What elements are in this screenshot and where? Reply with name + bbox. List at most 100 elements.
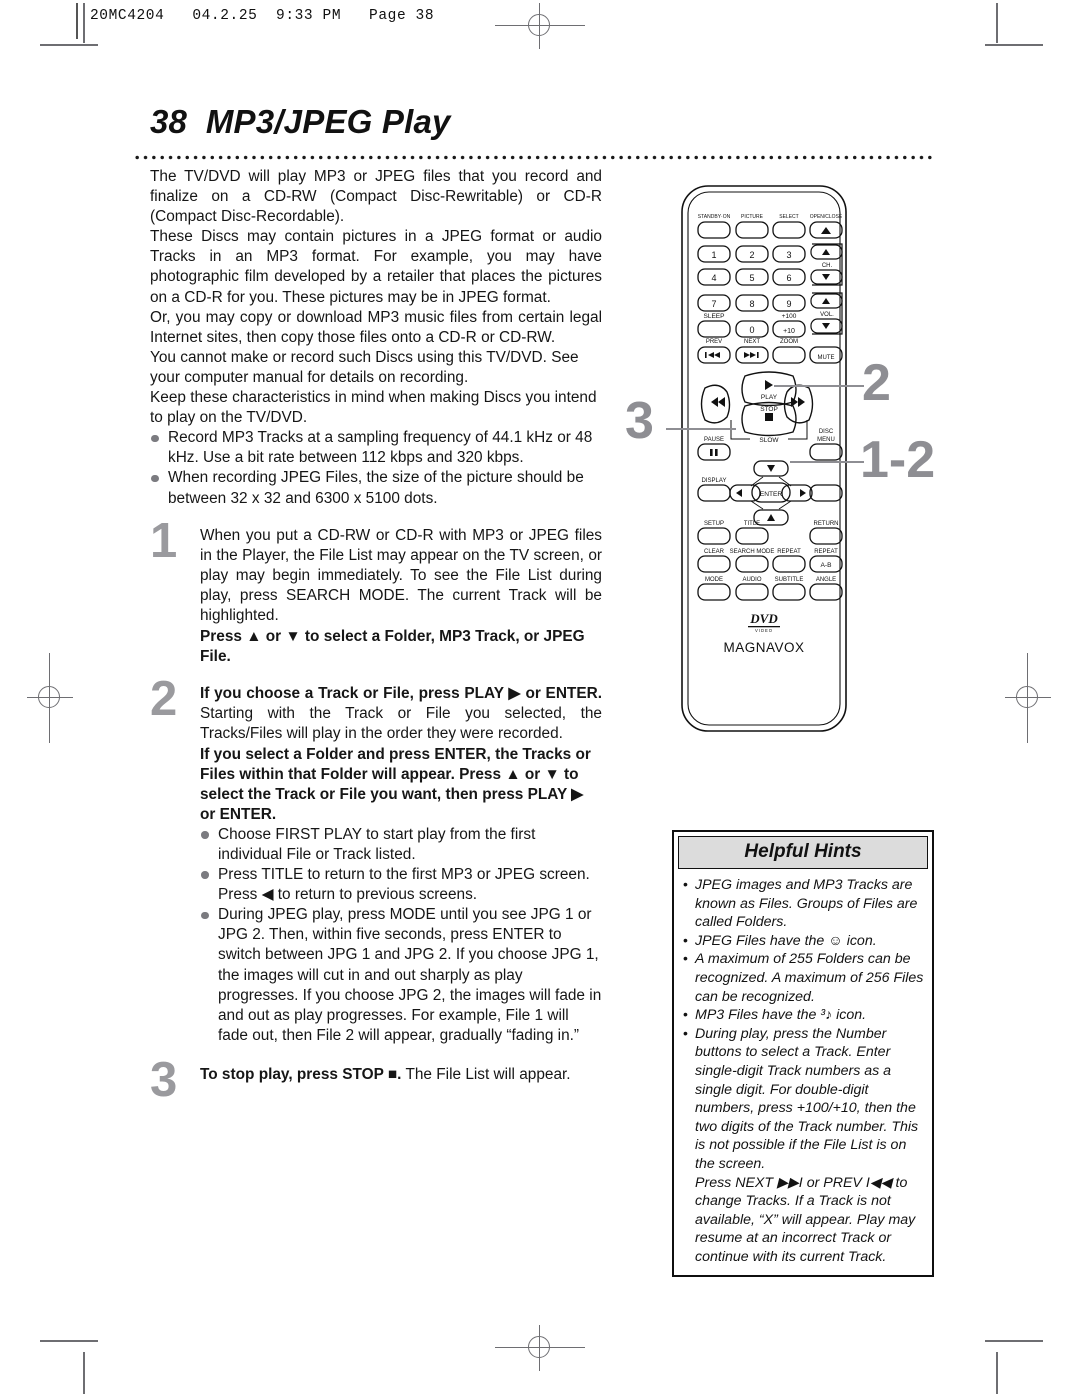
- remote-label-mute: MUTE: [818, 355, 835, 361]
- remote-label-stop: STOP: [760, 406, 778, 413]
- remote-label-prev: PREV: [706, 339, 722, 345]
- hint-bullet-icon: •: [683, 1006, 688, 1023]
- hint-bullet-icon: •: [683, 950, 688, 967]
- step-2-paragraph: If you choose a Track or File, press PLA…: [200, 684, 602, 744]
- intro-paragraph: Keep these characteristics in mind when …: [150, 389, 597, 427]
- remote-label-title: TITLE: [744, 521, 760, 527]
- remote-label-search-mode: SEARCH MODE: [730, 549, 775, 555]
- crop-mark-top-left-v: [83, 3, 85, 43]
- remote-label-subtitle: SUBTITLE: [775, 577, 804, 583]
- svg-text:0: 0: [749, 325, 754, 335]
- step-3-bold-lead: To stop play, press STOP ■.: [200, 1065, 402, 1083]
- bullet-dot-icon: [201, 911, 209, 920]
- hint-text: JPEG Files have the ☺ icon.: [695, 932, 877, 949]
- svg-text:9: 9: [786, 299, 791, 309]
- bullet-dot-icon: [151, 474, 159, 483]
- step-1-bold: Press ▲ or ▼ to select a Folder, MP3 Tra…: [200, 628, 585, 666]
- remote-label-clear: CLEAR: [704, 549, 725, 555]
- remote-label-disc: DISC: [819, 429, 834, 435]
- bullet-dot-icon: [201, 831, 209, 839]
- svg-text:1: 1: [711, 250, 716, 260]
- remote-label-enter: ENTER: [760, 491, 783, 498]
- remote-label-standby: STANDBY·ON: [698, 214, 731, 220]
- page-title-text: MP3/JPEG Play: [205, 103, 451, 140]
- print-slug: 20MC4204 04.2.25 9:33 PM Page 38: [90, 8, 435, 24]
- remote-label-next: NEXT: [744, 339, 760, 345]
- remote-label-vol: VOL.: [820, 312, 834, 318]
- registration-mark-top: [495, 3, 585, 49]
- remote-label-sleep: SLEEP: [704, 313, 725, 320]
- svg-text:VIDEO: VIDEO: [755, 628, 773, 633]
- step-2-bullet: During JPEG play, press MODE until you s…: [200, 905, 602, 1046]
- step-2-bullet-text: Choose FIRST PLAY to start play from the…: [218, 825, 536, 863]
- callout-leader-3: [666, 428, 736, 431]
- intro-paragraph: The TV/DVD will play MP3 or JPEG files t…: [150, 168, 602, 226]
- remote-label-slow: SLOW: [759, 437, 779, 444]
- step-2-bullet-text: Press TITLE to return to the first MP3 o…: [218, 866, 590, 904]
- step-2: 2 If you choose a Track or File, press P…: [150, 675, 602, 1046]
- step-number: 2: [150, 672, 178, 727]
- remote-label-plus10: +10: [783, 328, 795, 335]
- hint-bullet-icon: •: [683, 931, 688, 948]
- intro-bullet-text: Record MP3 Tracks at a sampling frequenc…: [168, 429, 593, 467]
- svg-text:4: 4: [711, 273, 716, 283]
- title-divider: [133, 155, 935, 160]
- page-title: 38 MP3/JPEG Play: [150, 103, 451, 141]
- crop-mark-top-right-v: [996, 3, 998, 43]
- hint-item: • JPEG Files have the ☺ icon.: [680, 932, 924, 951]
- callout-2: 2: [862, 354, 891, 412]
- step-2-bullet: Choose FIRST PLAY to start play from the…: [200, 825, 602, 865]
- remote-label-pause: PAUSE: [704, 437, 724, 443]
- crop-mark-top-right-h: [985, 44, 1043, 46]
- helpful-hints-heading: Helpful Hints: [678, 836, 928, 869]
- hint-text: A maximum of 255 Folders can be recogniz…: [695, 951, 924, 1005]
- step-2-bullet-text: During JPEG play, press MODE until you s…: [218, 906, 602, 1044]
- crop-mark-bottom-left-h: [40, 1340, 98, 1342]
- remote-label-menu: MENU: [817, 437, 835, 443]
- step-3: 3 To stop play, press STOP ■. The File L…: [150, 1055, 602, 1104]
- step-2-bold-tail: If you select a Folder and press ENTER, …: [200, 745, 591, 823]
- step-2-plain: Starting with the Track or File you sele…: [200, 705, 602, 743]
- crop-mark-bottom-right-h: [985, 1340, 1043, 1342]
- intro-bullet-text: When recording JPEG Files, the size of t…: [168, 469, 584, 507]
- crop-mark-bottom-right-v: [996, 1352, 998, 1394]
- remote-label-repeat-ab: A-B: [821, 562, 833, 569]
- hint-item: • MP3 Files have the ³♪ icon.: [680, 1006, 924, 1025]
- hint-item: • JPEG images and MP3 Tracks are known a…: [680, 876, 924, 932]
- svg-text:2: 2: [749, 250, 754, 260]
- hint-text: MP3 Files have the ³♪ icon.: [695, 1007, 867, 1024]
- intro-paragraph: Or, you may copy or download MP3 music f…: [150, 308, 602, 346]
- remote-label-setup: SETUP: [704, 521, 724, 527]
- step-number: 3: [150, 1052, 178, 1107]
- main-content-column: The TV/DVD will play MP3 or JPEG files t…: [150, 167, 602, 1104]
- hint-text: JPEG images and MP3 Tracks are known as …: [695, 877, 918, 931]
- intro-bullet: Record MP3 Tracks at a sampling frequenc…: [150, 428, 602, 468]
- step-2-bullet: Press TITLE to return to the first MP3 o…: [200, 865, 602, 905]
- remote-label-audio: AUDIO: [742, 577, 761, 583]
- remote-label-zoom: ZOOM: [780, 339, 798, 345]
- hint-text: During play, press the Number buttons to…: [695, 1025, 919, 1172]
- remote-label-select: SELECT: [779, 214, 798, 220]
- remote-label-repeat-ab-top: REPEAT: [814, 549, 838, 555]
- remote-label-mode: MODE: [705, 577, 723, 583]
- svg-text:8: 8: [749, 299, 754, 309]
- remote-label-picture: PICTURE: [741, 214, 764, 220]
- dvd-video-logo: DVD VIDEO: [748, 611, 780, 633]
- hint-item: • A maximum of 255 Folders can be recogn…: [680, 950, 924, 1006]
- intro-bullet: When recording JPEG Files, the size of t…: [150, 468, 602, 508]
- remote-label-plus100: +100: [782, 313, 797, 320]
- slug-rule: [76, 3, 78, 39]
- hint-bullet-icon: •: [683, 876, 688, 892]
- callout-1-2: 1-2: [860, 431, 936, 489]
- page-number: 38: [150, 103, 188, 140]
- bullet-dot-icon: [151, 434, 159, 443]
- hint-item: • During play, press the Number buttons …: [680, 1025, 924, 1267]
- registration-mark-bottom: [495, 1325, 585, 1371]
- remote-label-repeat: REPEAT: [777, 549, 801, 555]
- svg-text:6: 6: [786, 273, 791, 283]
- remote-brand-label: MAGNAVOX: [723, 640, 804, 655]
- intro-paragraph: You cannot make or record such Discs usi…: [150, 348, 579, 386]
- remote-control-illustration: STANDBY·ON PICTURE SELECT OPEN/CLOSE 1 2 3…: [660, 180, 870, 740]
- remote-label-play: PLAY: [761, 394, 778, 401]
- remote-label-display: DISPLAY: [702, 478, 727, 484]
